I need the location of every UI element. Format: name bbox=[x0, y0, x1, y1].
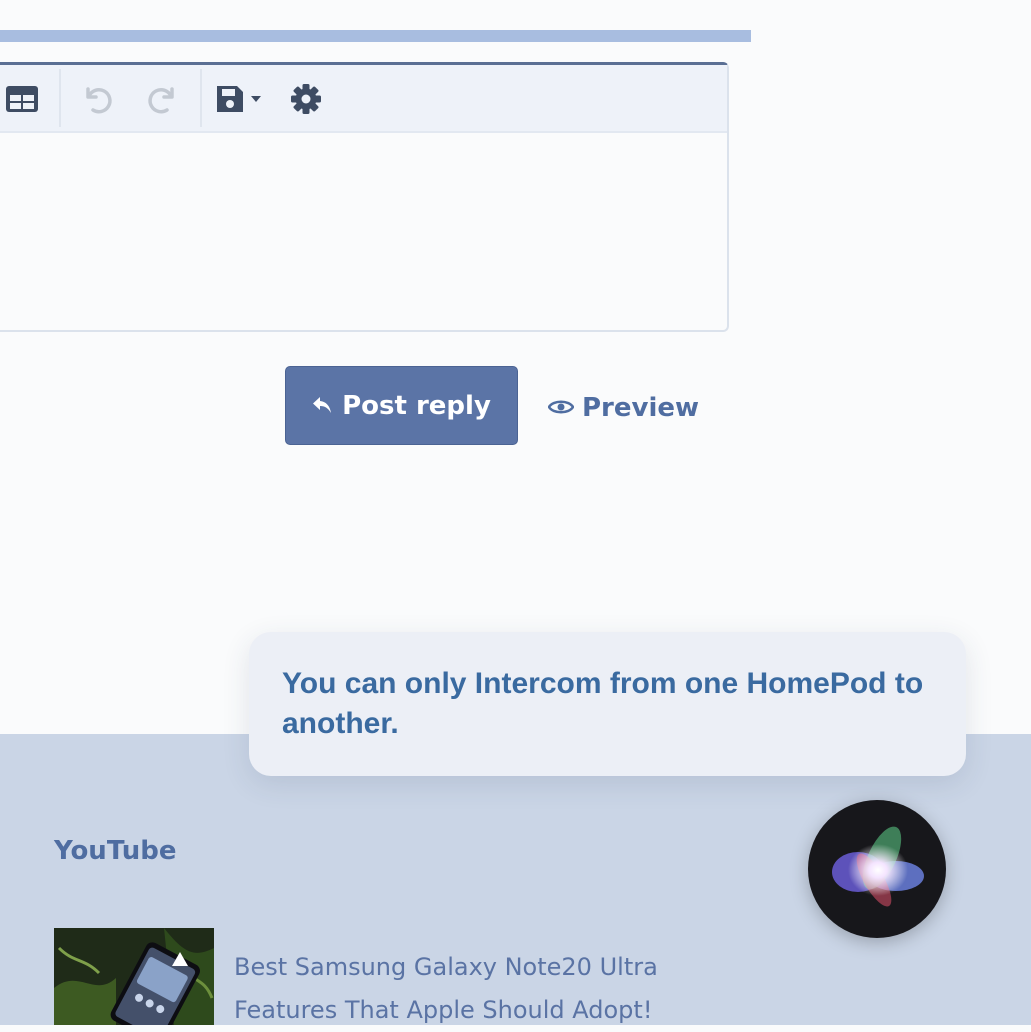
preview-label: Preview bbox=[582, 393, 700, 423]
youtube-heading: YouTube bbox=[54, 836, 177, 866]
save-draft-icon[interactable] bbox=[214, 79, 268, 119]
rich-text-editor[interactable] bbox=[0, 62, 729, 332]
preview-button[interactable]: Preview bbox=[547, 388, 700, 428]
redo-icon[interactable] bbox=[144, 79, 184, 119]
toolbar-separator bbox=[200, 69, 202, 127]
post-reply-label: Post reply bbox=[342, 390, 491, 421]
siri-message: You can only Intercom from one HomePod t… bbox=[282, 667, 924, 740]
table-icon[interactable] bbox=[2, 79, 42, 119]
eye-icon bbox=[547, 393, 575, 423]
toolbar-separator bbox=[59, 69, 61, 127]
gear-icon[interactable] bbox=[286, 79, 326, 119]
post-reply-button[interactable]: Post reply bbox=[285, 366, 518, 445]
editor-toolbar bbox=[0, 65, 727, 133]
video-thumbnail[interactable] bbox=[54, 928, 214, 1025]
undo-icon[interactable] bbox=[76, 79, 116, 119]
siri-response-card: You can only Intercom from one HomePod t… bbox=[249, 632, 966, 776]
page-top-rule bbox=[0, 30, 751, 42]
siri-orb-icon[interactable] bbox=[808, 800, 946, 938]
editor-text-area[interactable] bbox=[0, 133, 727, 331]
video-title-link[interactable]: Best Samsung Galaxy Note20 Ultra Feature… bbox=[234, 946, 754, 1032]
reply-arrow-icon bbox=[312, 391, 332, 421]
